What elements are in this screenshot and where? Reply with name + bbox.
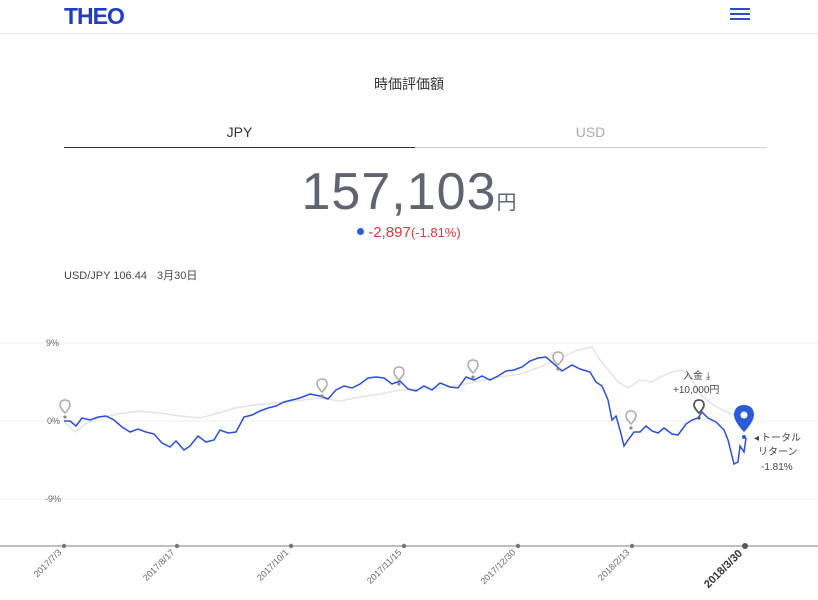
x-tick-dot[interactable] bbox=[629, 543, 635, 549]
x-tick-dot-active[interactable] bbox=[742, 543, 748, 549]
deposit-label: 入金 bbox=[683, 369, 703, 382]
total-return-label-2: リターン bbox=[758, 446, 798, 458]
deposit-icon: ⤓ bbox=[706, 371, 711, 382]
hamburger-menu-icon[interactable] bbox=[730, 8, 750, 22]
total-return-pointer-icon: ◂ bbox=[754, 433, 759, 444]
market-value-amount: 157,103 bbox=[301, 163, 497, 221]
x-label-active[interactable]: 2018/3/30 bbox=[702, 548, 745, 591]
portfolio-line bbox=[64, 356, 747, 466]
x-tick-dot[interactable] bbox=[61, 543, 67, 549]
x-tick-dot[interactable] bbox=[401, 543, 407, 549]
tab-jpy[interactable]: JPY bbox=[64, 124, 415, 148]
change-percent: (-1.81%) bbox=[410, 225, 461, 240]
tab-usd[interactable]: USD bbox=[415, 124, 766, 148]
deposit-map-pin-icon[interactable] bbox=[693, 399, 705, 420]
x-label[interactable]: 2017/8/17 bbox=[141, 547, 176, 582]
change-dot-icon bbox=[357, 228, 365, 235]
top-header: THEO bbox=[0, 0, 818, 34]
fx-rate-info: USD/JPY 106.44 3月30日 bbox=[64, 267, 207, 283]
y-tick-9: 9% bbox=[46, 338, 59, 348]
y-tick-minus-9: -9% bbox=[45, 494, 61, 504]
x-tick-dot[interactable] bbox=[174, 543, 180, 549]
x-axis-labels: 2017/7/3 2017/8/17 2017/10/1 2017/11/15 … bbox=[32, 547, 746, 590]
map-pin-icon[interactable] bbox=[59, 399, 71, 419]
pin-markers bbox=[59, 351, 754, 439]
market-value: 157,103円 bbox=[0, 162, 818, 222]
map-pin-icon[interactable] bbox=[316, 378, 328, 398]
fx-date: 3月30日 bbox=[156, 270, 198, 282]
theo-logo[interactable]: THEO bbox=[64, 3, 125, 30]
current-position-pin-icon[interactable] bbox=[734, 405, 754, 439]
change-amount: -2,897 bbox=[368, 224, 411, 241]
x-label[interactable]: 2018/2/13 bbox=[596, 547, 631, 582]
benchmark-line bbox=[63, 346, 743, 434]
x-label[interactable]: 2017/7/3 bbox=[32, 547, 64, 579]
page-title: 時価評価額 bbox=[374, 76, 444, 92]
currency-unit: 円 bbox=[496, 192, 517, 214]
map-pin-icon[interactable] bbox=[625, 410, 637, 430]
x-label[interactable]: 2017/10/1 bbox=[255, 547, 290, 582]
performance-chart[interactable]: 9% 0% -9% 入金 ⤓ +10,000円 ◂ トータル リターン -1.8… bbox=[0, 300, 818, 600]
map-pin-icon[interactable] bbox=[552, 351, 564, 371]
fx-rate: USD/JPY 106.44 bbox=[64, 270, 147, 282]
x-tick-dot[interactable] bbox=[288, 543, 294, 549]
x-label[interactable]: 2017/11/15 bbox=[365, 547, 403, 585]
chart-grid bbox=[0, 342, 818, 500]
map-pin-icon[interactable] bbox=[467, 359, 479, 379]
x-label[interactable]: 2017/12/30 bbox=[478, 547, 517, 586]
deposit-amount: +10,000円 bbox=[673, 385, 719, 396]
currency-tabs: JPY USD bbox=[64, 124, 766, 148]
value-change: -2,897(-1.81%) bbox=[0, 224, 818, 241]
x-tick-dot[interactable] bbox=[515, 543, 521, 549]
total-return-label-1: トータル bbox=[761, 432, 801, 444]
y-tick-0: 0% bbox=[47, 416, 60, 426]
total-return-value: -1.81% bbox=[761, 462, 793, 473]
